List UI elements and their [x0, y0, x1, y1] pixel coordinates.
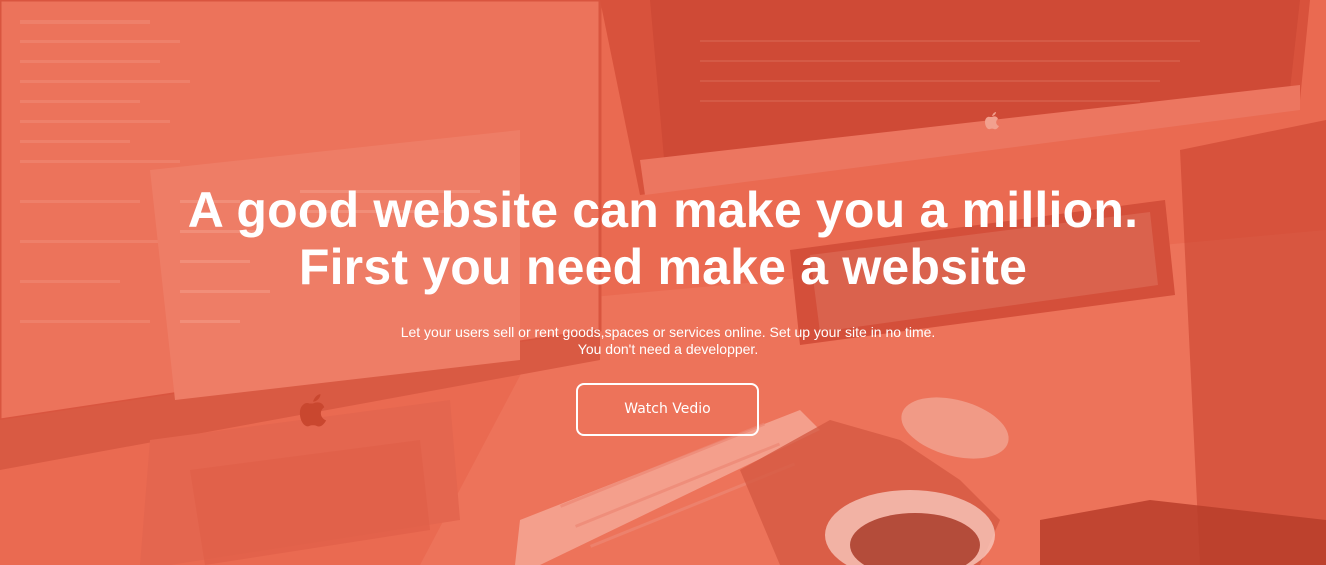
hero-headline-line-1: A good website can make you a million. — [187, 182, 1139, 238]
hero-content: A good website can make you a million. F… — [0, 0, 1326, 565]
hero-headline-line-2: First you need make a website — [298, 239, 1028, 295]
hero-subtext-line-2: You don't need a developper. — [577, 341, 759, 357]
hero-headline: A good website can make you a million. F… — [0, 182, 1326, 296]
hero-subtext: Let your users sell or rent goods,spaces… — [0, 324, 1326, 358]
hero-section: A good website can make you a million. F… — [0, 0, 1326, 565]
watch-video-button[interactable]: Watch Vedio — [576, 383, 759, 436]
hero-subtext-line-1: Let your users sell or rent goods,spaces… — [400, 324, 936, 340]
